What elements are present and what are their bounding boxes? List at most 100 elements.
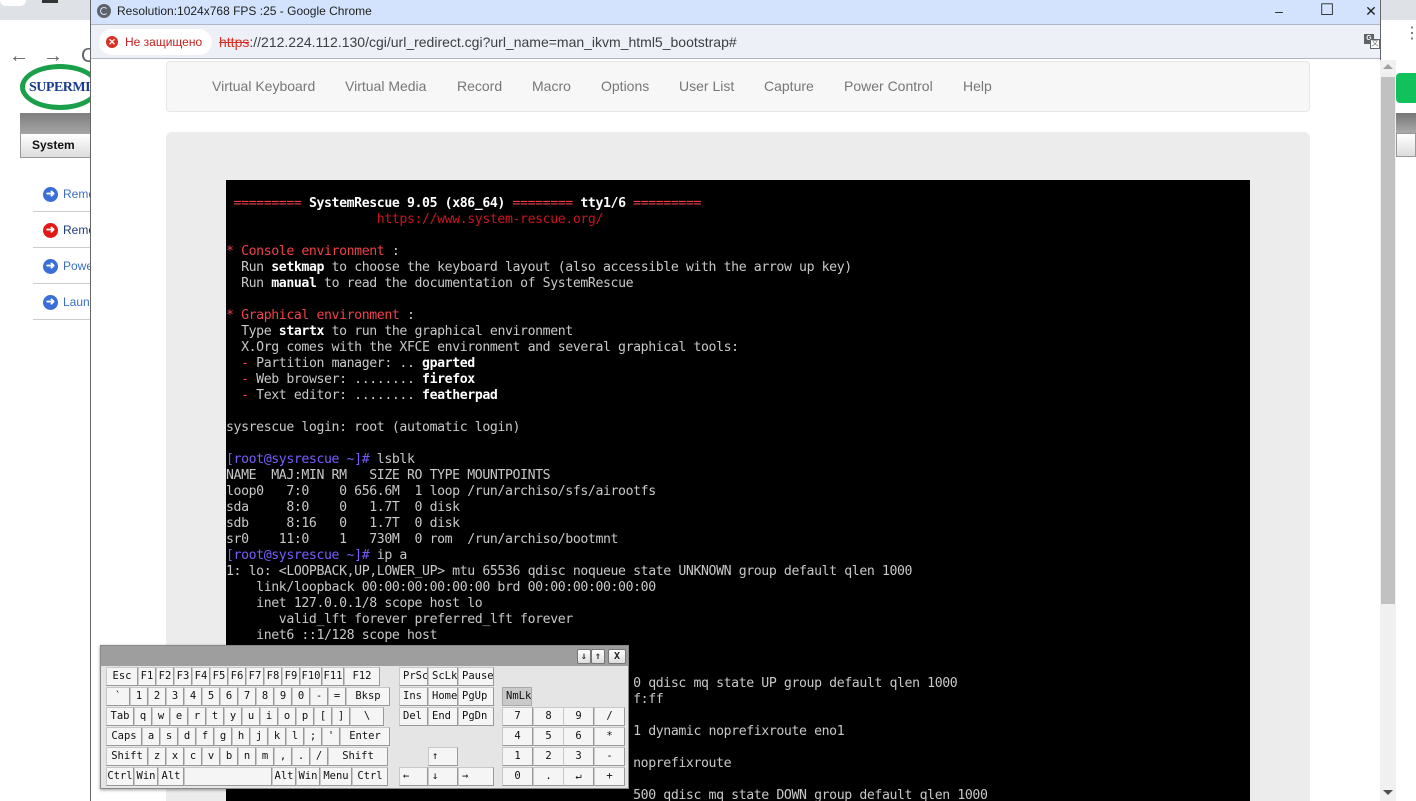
- key-q[interactable]: q: [134, 707, 152, 726]
- side-link-1[interactable]: ➜ Remote Control: [33, 176, 147, 212]
- menu-help[interactable]: Help: [963, 78, 992, 94]
- key-9[interactable]: 9: [274, 687, 292, 706]
- key-nmlk[interactable]: NmLk: [502, 687, 532, 706]
- key-p[interactable]: p: [296, 707, 314, 726]
- key-shift[interactable]: Shift: [328, 747, 388, 766]
- key-bksp[interactable]: Bksp: [346, 687, 390, 706]
- key-symbol[interactable]: -: [310, 687, 328, 706]
- key-g[interactable]: g: [214, 727, 232, 746]
- maximize-button[interactable]: ☐: [1304, 0, 1350, 24]
- side-link-3[interactable]: ➜ Power Control: [33, 248, 139, 284]
- key-symbol[interactable]: `: [106, 687, 130, 706]
- key-pgdn[interactable]: PgDn: [458, 707, 494, 726]
- key-symbol[interactable]: /: [310, 747, 328, 766]
- key-shift[interactable]: Shift: [106, 747, 148, 766]
- key-1[interactable]: 1: [502, 747, 533, 766]
- key-r[interactable]: r: [188, 707, 206, 726]
- key-end[interactable]: End: [428, 707, 458, 726]
- key-f1[interactable]: F1: [138, 667, 156, 686]
- key-symbol[interactable]: ↑: [428, 747, 458, 766]
- key-symbol[interactable]: /: [594, 707, 625, 726]
- key-l[interactable]: l: [286, 727, 304, 746]
- key-0[interactable]: 0: [292, 687, 310, 706]
- key-n[interactable]: n: [238, 747, 256, 766]
- menu-power-control[interactable]: Power Control: [844, 78, 933, 94]
- key-o[interactable]: o: [278, 707, 296, 726]
- side-link-4[interactable]: ➜ Launch: [33, 284, 102, 320]
- key-7[interactable]: 7: [238, 687, 256, 706]
- key-w[interactable]: w: [152, 707, 170, 726]
- key-s[interactable]: s: [160, 727, 178, 746]
- key-f9[interactable]: F9: [282, 667, 300, 686]
- key-symbol[interactable]: ↵: [563, 767, 594, 786]
- close-keyboard-button[interactable]: X: [608, 649, 626, 664]
- key-f6[interactable]: F6: [228, 667, 246, 686]
- key-f11[interactable]: F11: [322, 667, 344, 686]
- key-alt[interactable]: Alt: [272, 767, 296, 786]
- key-ctrl[interactable]: Ctrl: [106, 767, 134, 786]
- key-menu[interactable]: Menu: [320, 767, 352, 786]
- key-i[interactable]: i: [260, 707, 278, 726]
- key-f[interactable]: f: [196, 727, 214, 746]
- scroll-up-arrow-icon[interactable]: [1383, 64, 1393, 69]
- kebab-menu-icon[interactable]: ⋮: [1404, 26, 1416, 50]
- key-tab[interactable]: Tab: [106, 707, 134, 726]
- key-symbol[interactable]: ': [322, 727, 340, 746]
- key-2[interactable]: 2: [533, 747, 564, 766]
- key-8[interactable]: 8: [533, 707, 564, 726]
- key-ins[interactable]: Ins: [399, 687, 428, 706]
- key-h[interactable]: h: [232, 727, 250, 746]
- key-j[interactable]: j: [250, 727, 268, 746]
- close-button[interactable]: ✕: [1348, 0, 1380, 24]
- key-del[interactable]: Del: [399, 707, 428, 726]
- key-pause[interactable]: Pause: [458, 667, 494, 686]
- url-text[interactable]: https://212.224.112.130/cgi/url_redirect…: [219, 34, 737, 50]
- key-z[interactable]: z: [148, 747, 166, 766]
- menu-record[interactable]: Record: [457, 78, 502, 94]
- key-4[interactable]: 4: [184, 687, 202, 706]
- key-symbol[interactable]: →: [458, 767, 494, 786]
- key-symbol[interactable]: +: [594, 767, 625, 786]
- menu-user-list[interactable]: User List: [679, 78, 734, 94]
- key-v[interactable]: v: [202, 747, 220, 766]
- scrollbar-thumb[interactable]: [1381, 77, 1395, 604]
- key-e[interactable]: e: [170, 707, 188, 726]
- key-f10[interactable]: F10: [300, 667, 322, 686]
- key-b[interactable]: b: [220, 747, 238, 766]
- key-8[interactable]: 8: [256, 687, 274, 706]
- key-win[interactable]: Win: [134, 767, 158, 786]
- key-alt[interactable]: Alt: [158, 767, 184, 786]
- key-pgup[interactable]: PgUp: [458, 687, 494, 706]
- key-symbol[interactable]: .: [533, 767, 564, 786]
- key-0[interactable]: 0: [502, 767, 533, 786]
- key-y[interactable]: y: [224, 707, 242, 726]
- key-9[interactable]: 9: [563, 707, 594, 726]
- key-esc[interactable]: Esc: [106, 667, 138, 686]
- key-7[interactable]: 7: [502, 707, 533, 726]
- translate-icon[interactable]: G文: [1364, 34, 1380, 50]
- back-icon[interactable]: ←: [9, 46, 29, 66]
- side-link-2[interactable]: ➜ Remote Console: [33, 212, 152, 248]
- key-symbol[interactable]: =: [328, 687, 346, 706]
- key-f2[interactable]: F2: [156, 667, 174, 686]
- key-3[interactable]: 3: [563, 747, 594, 766]
- menu-capture[interactable]: Capture: [764, 78, 814, 94]
- key-f12[interactable]: F12: [344, 667, 380, 686]
- key-2[interactable]: 2: [148, 687, 166, 706]
- key-5[interactable]: 5: [533, 727, 564, 746]
- key-symbol[interactable]: -: [594, 747, 625, 766]
- tab-system[interactable]: System: [20, 134, 100, 158]
- menu-options[interactable]: Options: [601, 78, 649, 94]
- key-symbol[interactable]: ,: [274, 747, 292, 766]
- key-f4[interactable]: F4: [192, 667, 210, 686]
- background-tab[interactable]: [0, 0, 26, 6]
- key-d[interactable]: d: [178, 727, 196, 746]
- key-c[interactable]: c: [184, 747, 202, 766]
- scroll-down-arrow-icon[interactable]: [1383, 790, 1393, 795]
- key-symbol[interactable]: ;: [304, 727, 322, 746]
- menu-virtual-keyboard[interactable]: Virtual Keyboard: [212, 78, 315, 94]
- key-symbol[interactable]: [: [314, 707, 332, 726]
- key-prsc[interactable]: PrSc: [399, 667, 428, 686]
- security-indicator[interactable]: ✕ Не защищено: [99, 29, 213, 55]
- key-f7[interactable]: F7: [246, 667, 264, 686]
